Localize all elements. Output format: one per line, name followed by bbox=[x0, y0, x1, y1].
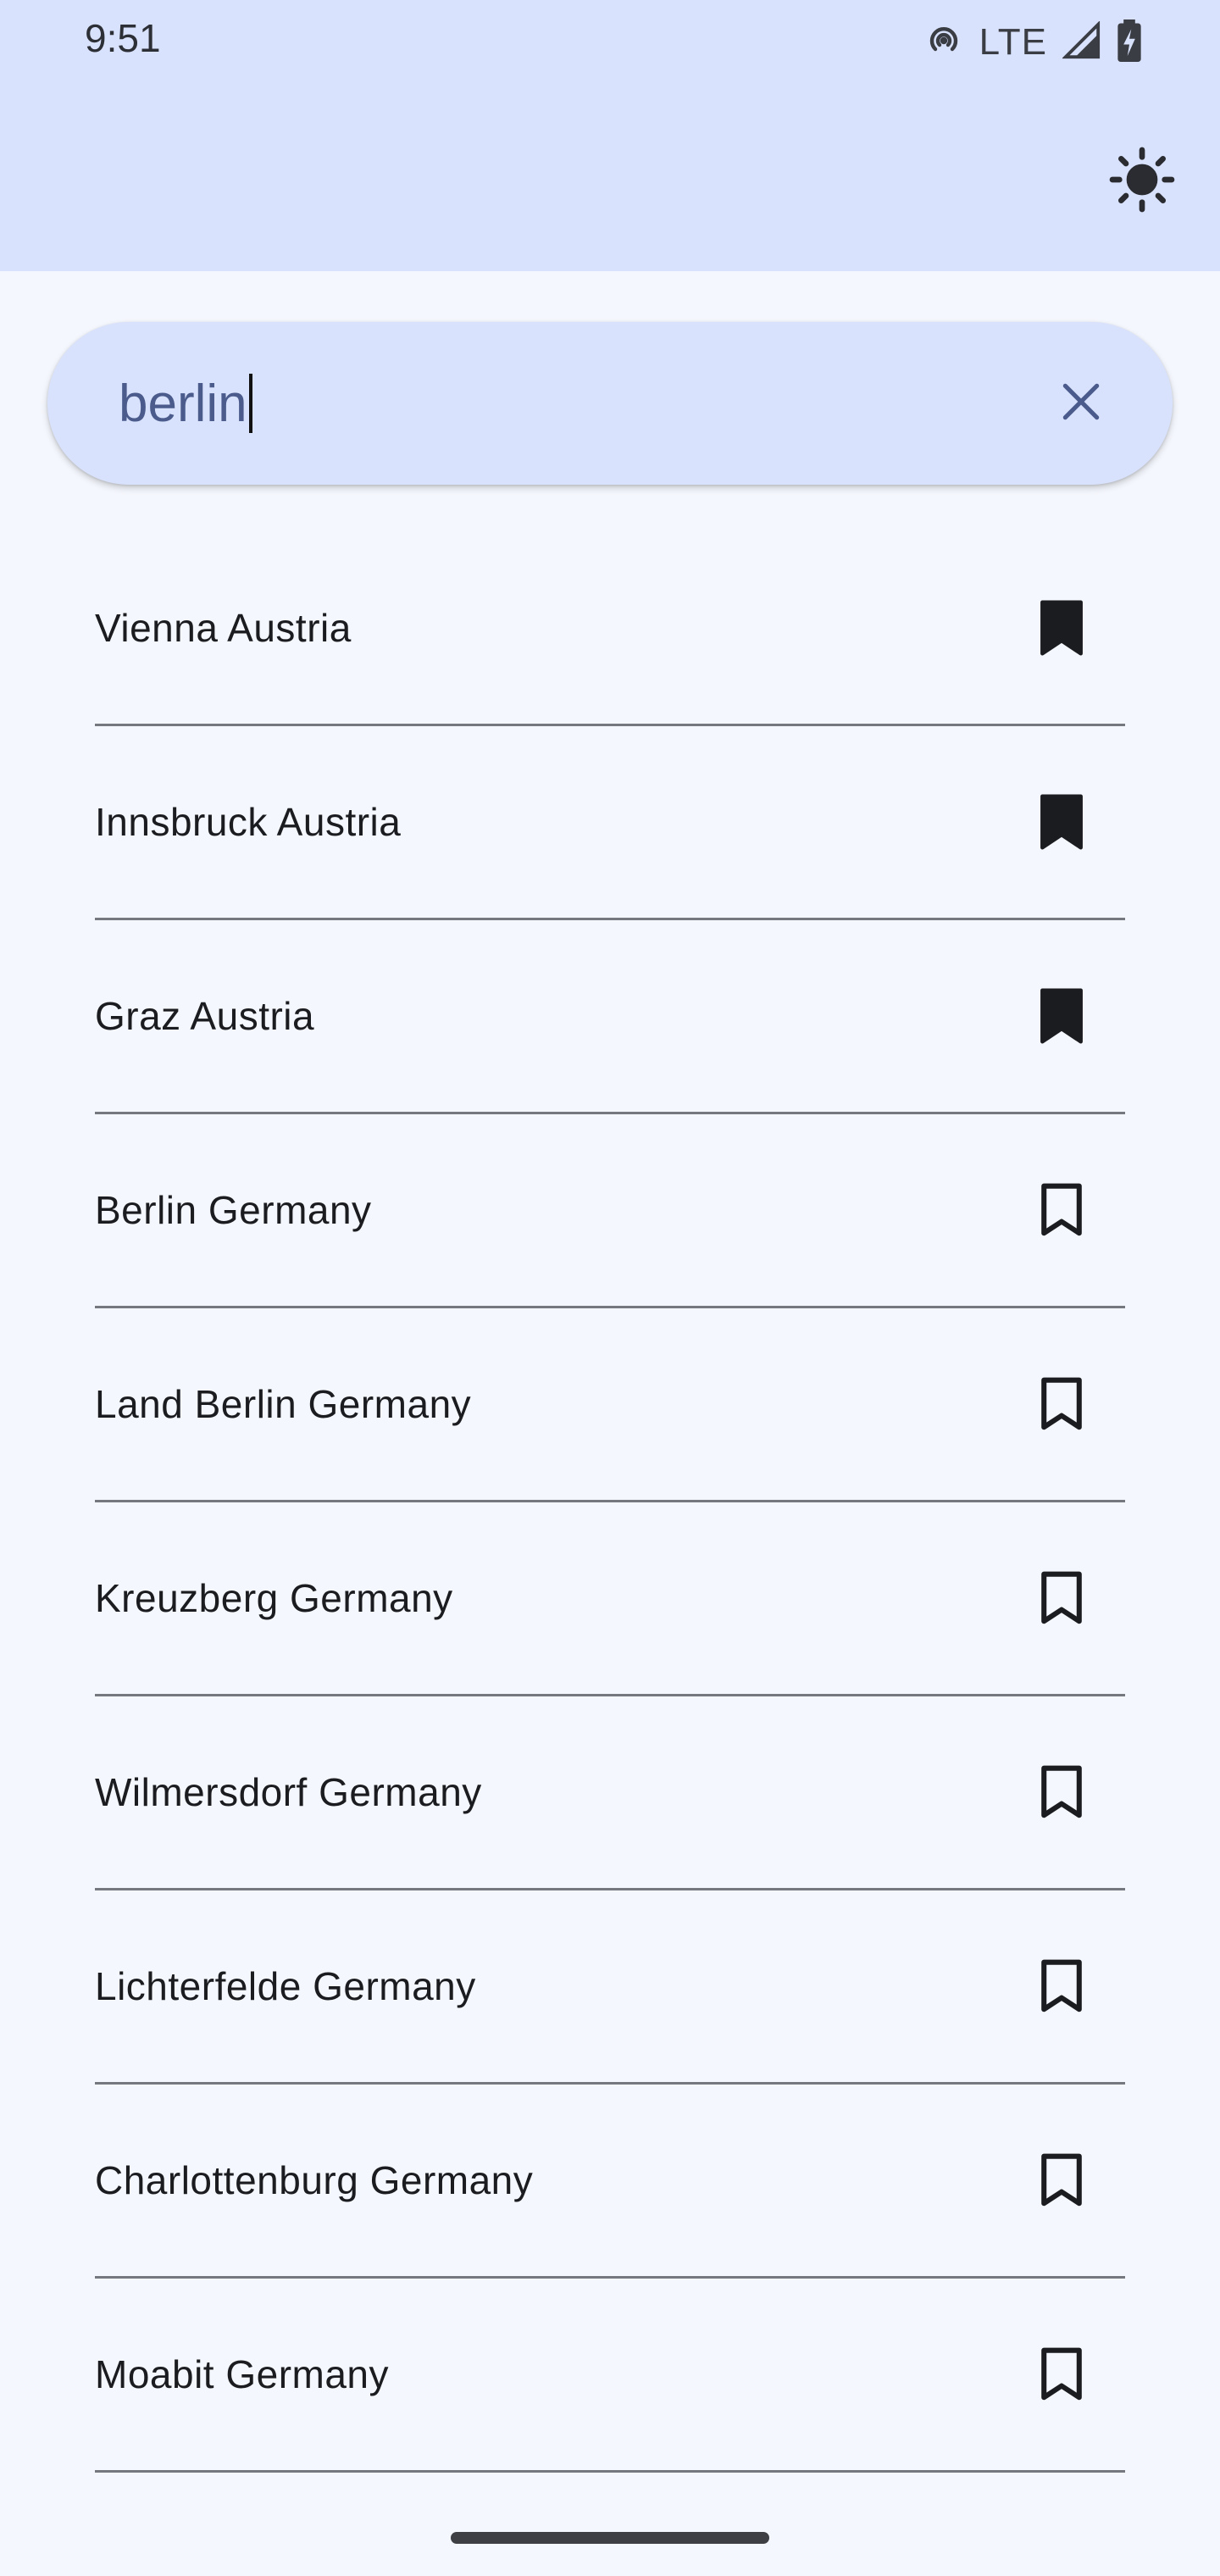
top-app-bar: 9:51 LTE bbox=[0, 0, 1220, 271]
bookmark-outline-icon[interactable] bbox=[1032, 1957, 1091, 2016]
list-item-label: Charlottenburg Germany bbox=[95, 2158, 534, 2202]
results-list: Vienna Austria Innsbruck Austria Graz Aust… bbox=[95, 532, 1125, 2473]
list-item-label: Land Berlin Germany bbox=[95, 1382, 472, 1426]
list-item-label: Lichterfelde Germany bbox=[95, 1964, 476, 2008]
bookmark-outline-icon[interactable] bbox=[1032, 2151, 1091, 2210]
list-item[interactable]: Wilmersdorf Germany bbox=[95, 1696, 1125, 1890]
list-item-label: Berlin Germany bbox=[95, 1188, 372, 1232]
bookmark-outline-icon[interactable] bbox=[1032, 2345, 1091, 2404]
bookmark-outline-icon[interactable] bbox=[1032, 1763, 1091, 1822]
status-icons: LTE bbox=[923, 17, 1142, 68]
hotspot-icon bbox=[923, 20, 964, 65]
list-item-label: Innsbruck Austria bbox=[95, 800, 402, 844]
close-icon bbox=[1057, 378, 1105, 430]
list-item[interactable]: Land Berlin Germany bbox=[95, 1308, 1125, 1502]
list-item[interactable]: Innsbruck Austria bbox=[95, 726, 1125, 920]
bookmark-filled-icon[interactable] bbox=[1032, 792, 1091, 852]
bookmark-outline-icon[interactable] bbox=[1032, 1374, 1091, 1434]
list-item[interactable]: Berlin Germany bbox=[95, 1114, 1125, 1308]
bookmark-outline-icon[interactable] bbox=[1032, 1180, 1091, 1240]
list-item-label: Kreuzberg Germany bbox=[95, 1576, 453, 1620]
list-item[interactable]: Moabit Germany bbox=[95, 2279, 1125, 2473]
list-item-label: Graz Austria bbox=[95, 994, 315, 1038]
list-item[interactable]: Graz Austria bbox=[95, 920, 1125, 1114]
list-item-label: Wilmersdorf Germany bbox=[95, 1770, 482, 1814]
search-input[interactable]: berlin bbox=[119, 363, 252, 444]
battery-charging-icon bbox=[1117, 19, 1142, 66]
list-item[interactable]: Vienna Austria bbox=[95, 532, 1125, 726]
theme-toggle-button[interactable] bbox=[1101, 141, 1183, 222]
signal-icon bbox=[1062, 19, 1101, 64]
list-item-label: Moabit Germany bbox=[95, 2352, 390, 2396]
network-type: LTE bbox=[979, 21, 1047, 63]
list-item[interactable]: Kreuzberg Germany bbox=[95, 1502, 1125, 1696]
text-caret bbox=[248, 374, 252, 433]
gesture-nav-handle[interactable] bbox=[451, 2532, 769, 2544]
list-item[interactable]: Lichterfelde Germany bbox=[95, 1890, 1125, 2085]
search-query: berlin bbox=[119, 374, 247, 433]
clear-search-button[interactable] bbox=[1040, 363, 1122, 444]
list-item[interactable]: Charlottenburg Germany bbox=[95, 2085, 1125, 2279]
sun-icon bbox=[1108, 146, 1176, 218]
bookmark-filled-icon[interactable] bbox=[1032, 598, 1091, 658]
status-time: 9:51 bbox=[85, 16, 161, 60]
list-item-label: Vienna Austria bbox=[95, 606, 352, 650]
search-bar[interactable]: berlin bbox=[47, 322, 1173, 485]
bookmark-outline-icon[interactable] bbox=[1032, 1568, 1091, 1628]
bookmark-filled-icon[interactable] bbox=[1032, 986, 1091, 1046]
